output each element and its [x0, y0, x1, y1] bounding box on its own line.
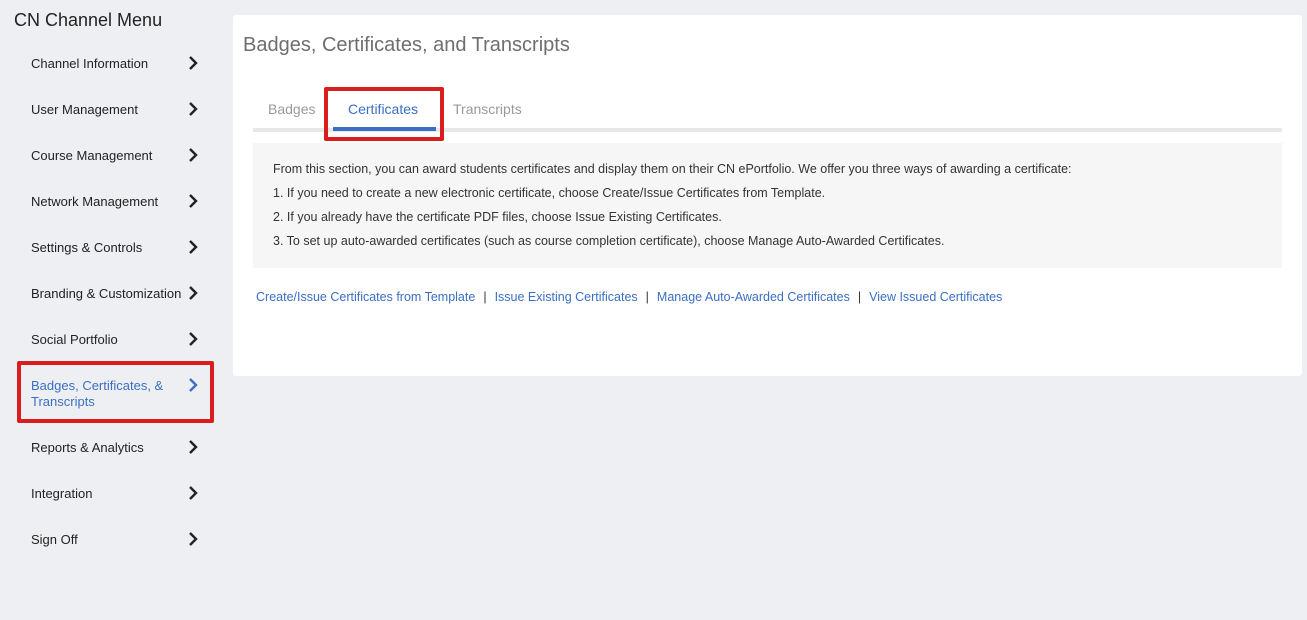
create-issue-certificates-link[interactable]: Create/Issue Certificates from Template [256, 290, 475, 304]
link-separator: | [645, 290, 649, 304]
sidebar-highlight-box [17, 361, 214, 423]
sidebar-title: CN Channel Menu [14, 10, 163, 30]
sidebar-item-label: Integration [31, 486, 93, 501]
sidebar-item-sign-off[interactable]: Sign Off [31, 532, 201, 548]
sidebar-item-reports-analytics[interactable]: Reports & Analytics [31, 440, 201, 456]
sidebar-item-label: Network Management [31, 194, 159, 209]
chevron-right-icon [189, 102, 198, 116]
sidebar-item-course-management[interactable]: Course Management [31, 148, 201, 164]
chevron-right-icon [189, 440, 198, 454]
sidebar-item-social-portfolio[interactable]: Social Portfolio [31, 332, 201, 348]
sidebar-item-branding-customization[interactable]: Branding & Customization [31, 286, 201, 302]
chevron-right-icon [189, 486, 198, 500]
chevron-right-icon [189, 286, 198, 300]
sidebar-item-integration[interactable]: Integration [31, 486, 201, 502]
sidebar-item-label: Social Portfolio [31, 332, 118, 347]
main-panel: Badges, Certificates, and Transcripts Ba… [233, 15, 1302, 376]
page-title: Badges, Certificates, and Transcripts [243, 34, 570, 56]
info-intro: From this section, you can award student… [273, 162, 1072, 176]
tab-highlight-box [324, 87, 444, 141]
link-separator: | [857, 290, 862, 304]
sidebar-item-label: Sign Off [31, 532, 78, 547]
info-box: From this section, you can award student… [253, 143, 1282, 268]
chevron-right-icon [189, 532, 198, 546]
sidebar-item-label: Reports & Analytics [31, 440, 144, 455]
info-step-3: 3. To set up auto-awarded certificates (… [273, 234, 945, 248]
link-separator: | [483, 290, 487, 304]
issue-existing-certificates-link[interactable]: Issue Existing Certificates [495, 290, 638, 304]
sidebar-item-user-management[interactable]: User Management [31, 102, 201, 118]
info-step-2: 2. If you already have the certificate P… [273, 210, 722, 224]
tab-badges[interactable]: Badges [268, 101, 315, 117]
chevron-right-icon [189, 332, 198, 346]
sidebar-item-network-management[interactable]: Network Management [31, 194, 201, 210]
chevron-right-icon [189, 194, 198, 208]
chevron-right-icon [189, 56, 198, 70]
view-issued-certificates-link[interactable]: View Issued Certificates [869, 290, 1002, 304]
sidebar-item-label: Branding & Customization [31, 286, 182, 301]
manage-auto-awarded-certificates-link[interactable]: Manage Auto-Awarded Certificates [657, 290, 850, 304]
chevron-right-icon [189, 148, 198, 162]
sidebar-item-settings-controls[interactable]: Settings & Controls [31, 240, 201, 256]
sidebar-item-channel-information[interactable]: Channel Information [31, 56, 201, 72]
info-step-1: 1. If you need to create a new electroni… [273, 186, 826, 200]
sidebar-item-label: Settings & Controls [31, 240, 143, 255]
sidebar-item-label: User Management [31, 102, 138, 117]
chevron-right-icon [189, 240, 198, 254]
sidebar-item-label: Course Management [31, 148, 153, 163]
sidebar-item-label: Channel Information [31, 56, 149, 71]
channel-menu-sidebar: CN Channel Menu Channel Information User… [0, 0, 225, 620]
tab-transcripts[interactable]: Transcripts [453, 101, 522, 117]
certificate-actions: Create/Issue Certificates from Template |… [256, 290, 1002, 304]
